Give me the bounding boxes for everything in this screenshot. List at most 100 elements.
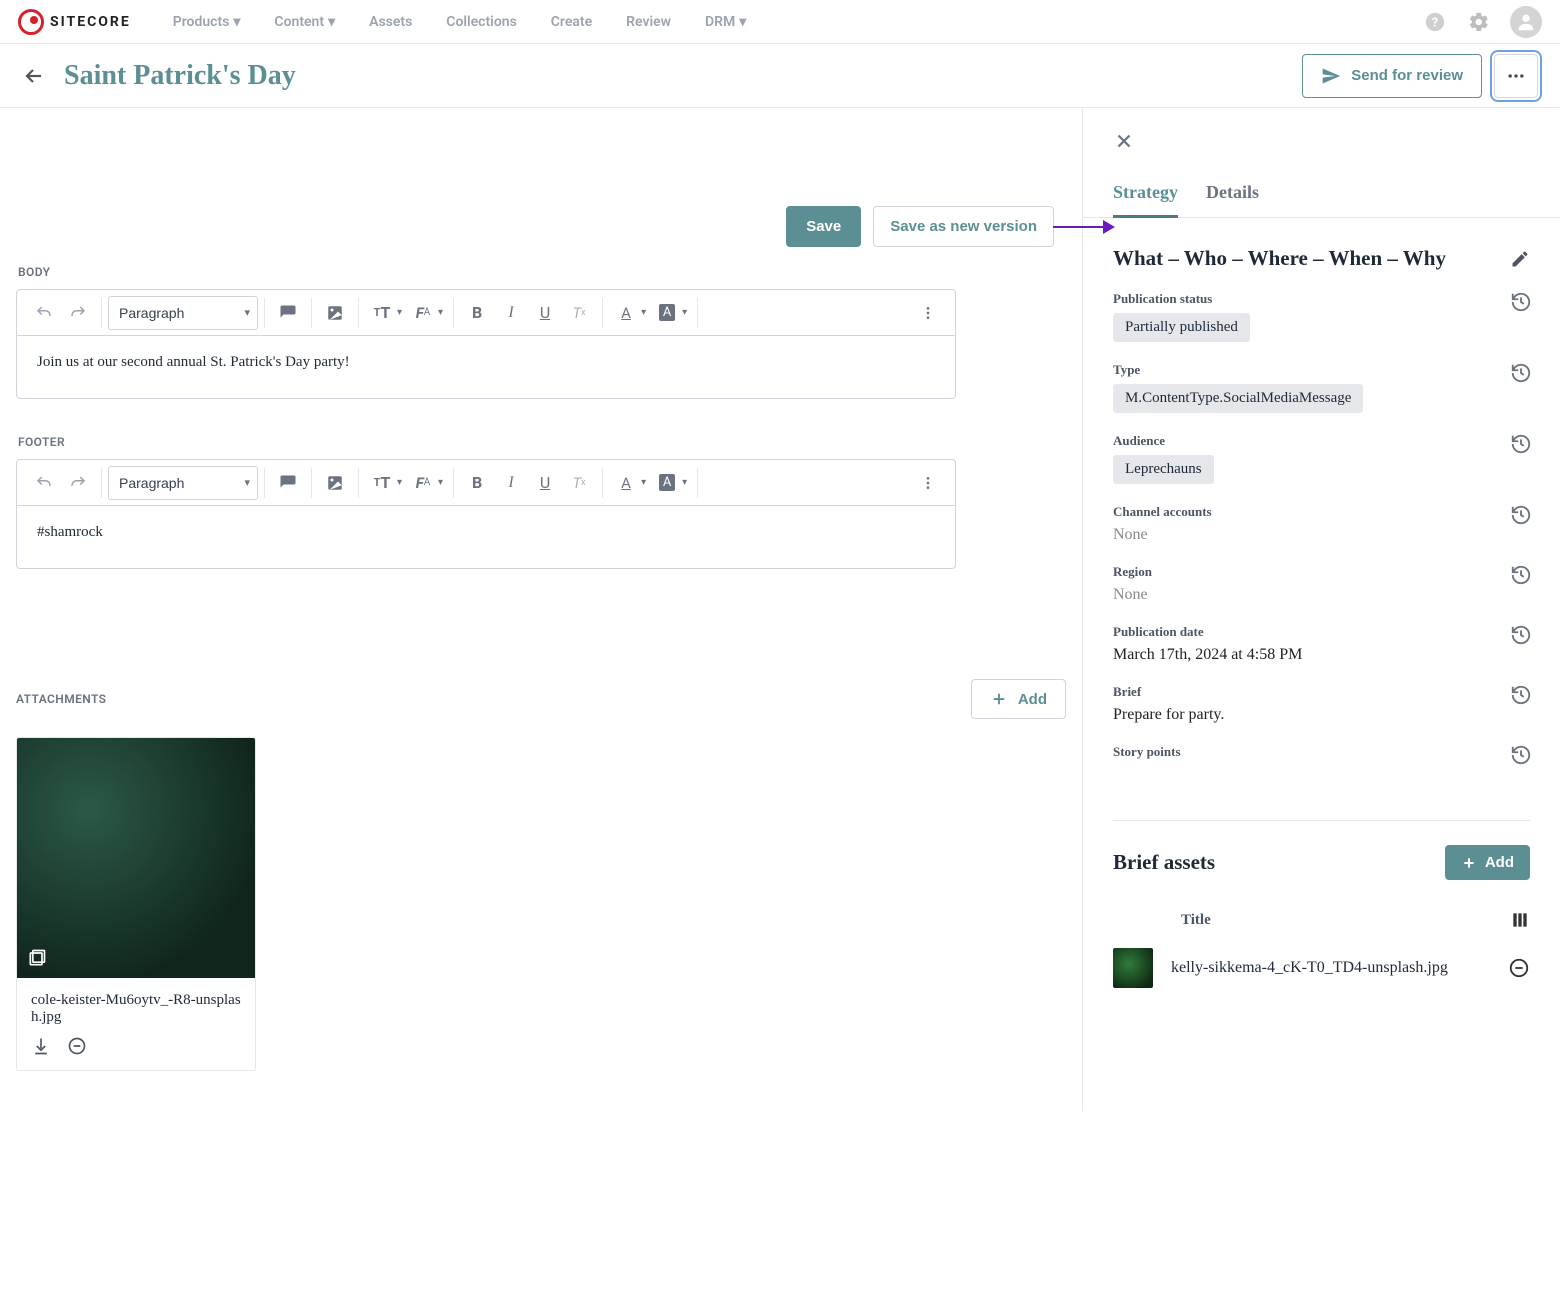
save-as-new-version-button[interactable]: Save as new version (873, 206, 1054, 247)
close-panel-icon[interactable] (1113, 130, 1560, 152)
chevron-down-icon: ▾ (233, 14, 240, 30)
underline-icon[interactable]: U (528, 296, 562, 330)
underline-icon[interactable]: U (528, 466, 562, 500)
image-icon[interactable] (318, 466, 352, 500)
block-format-select[interactable]: Paragraph (108, 296, 258, 330)
add-attachment-label: Add (1018, 691, 1047, 708)
image-stack-icon (27, 948, 47, 968)
font-family-icon[interactable]: FA (406, 466, 440, 500)
clear-format-icon[interactable]: Tx (562, 466, 596, 500)
footer-textarea[interactable]: #shamrock (17, 506, 955, 568)
image-icon[interactable] (318, 296, 352, 330)
user-avatar[interactable] (1510, 6, 1542, 38)
history-icon[interactable] (1510, 433, 1532, 455)
nav-content[interactable]: Content ▾ (274, 14, 335, 30)
field-value-audience: Leprechauns (1113, 455, 1214, 484)
bold-icon[interactable]: B (460, 296, 494, 330)
settings-gear-icon[interactable] (1466, 9, 1492, 35)
tab-strategy[interactable]: Strategy (1113, 182, 1178, 218)
comment-icon[interactable] (271, 466, 305, 500)
clear-format-icon[interactable]: Tx (562, 296, 596, 330)
attachment-card[interactable]: cole-keister-Mu6oytv_-R8-unsplash.jpg (16, 737, 256, 1071)
history-icon[interactable] (1510, 744, 1532, 766)
block-format-select[interactable]: Paragraph (108, 466, 258, 500)
text-color-icon[interactable]: A (609, 466, 643, 500)
history-icon[interactable] (1510, 291, 1532, 313)
brand-logo[interactable]: SITECORE (18, 9, 131, 35)
main-menu: Products ▾ Content ▾ Assets Collections … (173, 14, 747, 30)
remove-icon[interactable] (1508, 957, 1530, 979)
side-heading: What – Who – Where – When – Why (1113, 246, 1510, 271)
bold-icon[interactable]: B (460, 466, 494, 500)
body-textarea[interactable]: Join us at our second annual St. Patrick… (17, 336, 955, 398)
chevron-down-icon: ▾ (682, 477, 687, 488)
italic-icon[interactable]: I (494, 466, 528, 500)
history-icon[interactable] (1510, 684, 1532, 706)
body-toolbar: Paragraph TT▾ FA▾ B I (17, 290, 955, 336)
toolbar-more-icon[interactable] (911, 466, 945, 500)
highlight-color-icon[interactable]: A (650, 466, 684, 500)
add-brief-asset-button[interactable]: Add (1445, 845, 1530, 880)
nav-assets[interactable]: Assets (369, 14, 412, 30)
send-icon (1321, 66, 1341, 86)
help-icon[interactable]: ? (1422, 9, 1448, 35)
attachments-label: ATTACHMENTS (16, 692, 106, 706)
edit-pencil-icon[interactable] (1510, 249, 1530, 269)
chevron-down-icon: ▾ (682, 307, 687, 318)
chevron-down-icon: ▾ (397, 477, 402, 488)
font-size-icon[interactable]: TT (365, 466, 399, 500)
history-icon[interactable] (1510, 504, 1532, 526)
nav-review[interactable]: Review (626, 14, 671, 30)
nav-create[interactable]: Create (551, 14, 592, 30)
font-size-icon[interactable]: TT (365, 296, 399, 330)
remove-icon[interactable] (67, 1036, 87, 1056)
toolbar-more-icon[interactable] (911, 296, 945, 330)
field-label-audience: Audience (1113, 433, 1530, 449)
title-bar: Saint Patrick's Day Send for review (0, 44, 1560, 108)
nav-drm[interactable]: DRM ▾ (705, 14, 746, 30)
top-nav: SITECORE Products ▾ Content ▾ Assets Col… (0, 0, 1560, 44)
comment-icon[interactable] (271, 296, 305, 330)
svg-text:?: ? (1432, 15, 1438, 30)
editor-column: Save Save as new version BODY Paragraph (0, 108, 1082, 1111)
field-value-region: None (1113, 586, 1530, 604)
undo-icon[interactable] (27, 296, 61, 330)
chevron-down-icon: ▾ (397, 307, 402, 318)
brief-assets-title-header: Title (1181, 912, 1510, 929)
history-icon[interactable] (1510, 564, 1532, 586)
field-label-type: Type (1113, 362, 1530, 378)
highlight-color-icon[interactable]: A (650, 296, 684, 330)
font-family-icon[interactable]: FA (406, 296, 440, 330)
more-actions-button[interactable] (1494, 54, 1538, 98)
save-button[interactable]: Save (786, 206, 861, 247)
text-color-icon[interactable]: A (609, 296, 643, 330)
brief-asset-row[interactable]: kelly-sikkema-4_cK-T0_TD4-unsplash.jpg (1113, 936, 1530, 1000)
redo-icon[interactable] (61, 466, 95, 500)
nav-products[interactable]: Products ▾ (173, 14, 241, 30)
history-icon[interactable] (1510, 624, 1532, 646)
add-brief-asset-label: Add (1485, 854, 1514, 871)
field-value-publication-status: Partially published (1113, 313, 1250, 342)
brief-asset-name: kelly-sikkema-4_cK-T0_TD4-unsplash.jpg (1171, 956, 1490, 980)
nav-collections[interactable]: Collections (446, 14, 516, 30)
send-for-review-button[interactable]: Send for review (1302, 54, 1482, 98)
page-title: Saint Patrick's Day (64, 60, 296, 92)
download-icon[interactable] (31, 1036, 51, 1056)
brief-assets-heading: Brief assets (1113, 850, 1445, 875)
field-label-publication-date: Publication date (1113, 624, 1530, 640)
add-attachment-button[interactable]: Add (971, 679, 1066, 719)
brief-asset-thumbnail (1113, 948, 1153, 988)
plus-icon (1461, 855, 1477, 871)
send-for-review-label: Send for review (1351, 67, 1463, 84)
footer-editor: Paragraph TT▾ FA▾ B I U Tx (16, 459, 956, 569)
back-arrow-icon[interactable] (22, 64, 46, 88)
history-icon[interactable] (1510, 362, 1532, 384)
chevron-down-icon: ▾ (328, 14, 335, 30)
undo-icon[interactable] (27, 466, 61, 500)
italic-icon[interactable]: I (494, 296, 528, 330)
brand-text: SITECORE (50, 14, 131, 30)
tab-details[interactable]: Details (1206, 182, 1259, 217)
field-label-channel-accounts: Channel accounts (1113, 504, 1530, 520)
redo-icon[interactable] (61, 296, 95, 330)
columns-icon[interactable] (1510, 910, 1530, 930)
